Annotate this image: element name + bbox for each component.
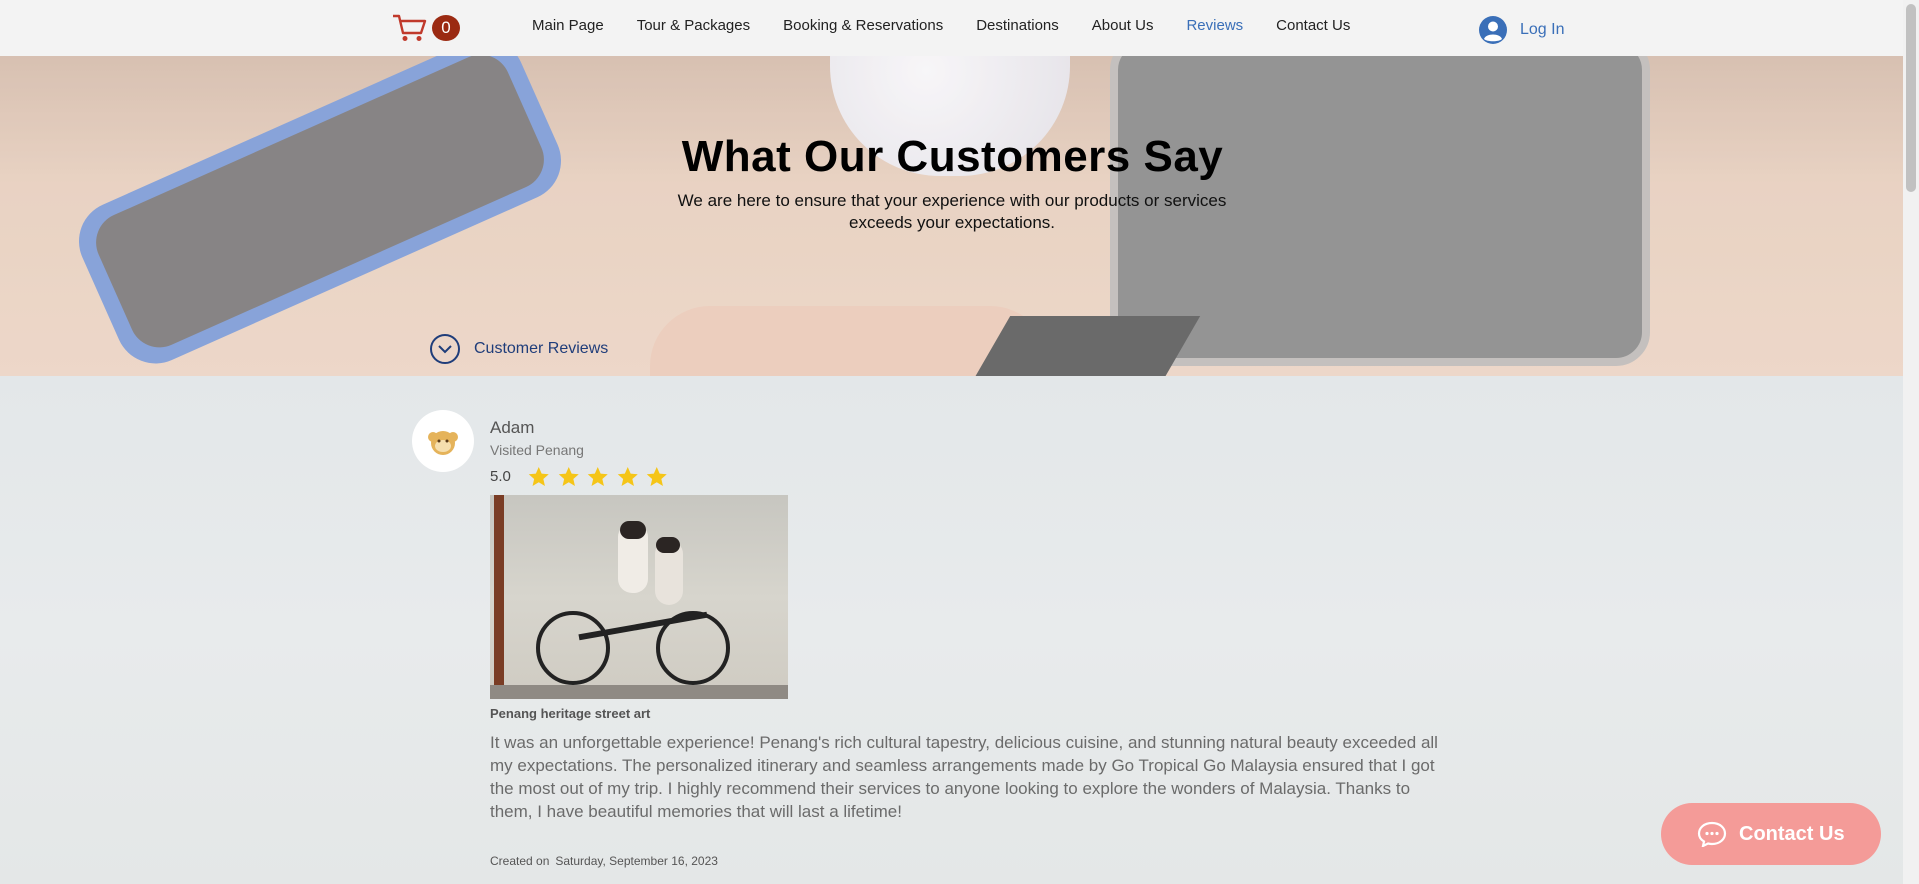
reviewer-avatar [412, 410, 474, 472]
rating-score: 5.0 [490, 468, 511, 485]
nav-main-page[interactable]: Main Page [532, 17, 604, 34]
scrollbar-thumb[interactable] [1906, 4, 1916, 192]
review-photo[interactable] [490, 495, 788, 699]
review-created: Created on Saturday, September 16, 2023 [490, 854, 718, 868]
site-header: 0 Main Page Tour & Packages Booking & Re… [0, 0, 1903, 56]
customer-reviews-label: Customer Reviews [474, 340, 609, 357]
reviewer-name: Adam [490, 418, 535, 437]
chevron-down-icon [430, 334, 460, 364]
nav-destinations[interactable]: Destinations [976, 17, 1059, 34]
reviewer-visited: Visited Penang [490, 442, 584, 458]
created-date: Saturday, September 16, 2023 [555, 854, 718, 868]
star-icon [558, 467, 579, 486]
star-icon [617, 467, 638, 486]
main-nav: Main Page Tour & Packages Booking & Rese… [532, 17, 1383, 34]
login-label: Log In [1520, 21, 1565, 38]
contact-us-chat-button[interactable]: Contact Us [1661, 803, 1881, 865]
star-icon [528, 467, 549, 486]
nav-about-us[interactable]: About Us [1092, 17, 1154, 34]
review-photo-caption: Penang heritage street art [490, 706, 651, 721]
contact-us-chat-label: Contact Us [1739, 822, 1845, 845]
page-subtitle: We are here to ensure that your experien… [677, 191, 1227, 232]
nav-tour-packages[interactable]: Tour & Packages [637, 17, 750, 34]
login-button[interactable]: Log In [1478, 15, 1564, 45]
nav-booking-reservations[interactable]: Booking & Reservations [783, 17, 943, 34]
cart-button[interactable]: 0 [392, 13, 462, 43]
page-title: What Our Customers Say [681, 132, 1224, 181]
star-icon [646, 467, 667, 486]
nav-contact-us[interactable]: Contact Us [1276, 17, 1350, 34]
hero-banner: What Our Customers Say We are here to en… [0, 56, 1903, 376]
review-text: It was an unforgettable experience! Pena… [490, 733, 1438, 821]
cart-count-badge: 0 [432, 15, 460, 41]
star-icon [587, 467, 608, 486]
nav-reviews[interactable]: Reviews [1186, 17, 1243, 34]
user-avatar-icon [1479, 16, 1507, 44]
customer-reviews-anchor[interactable]: Customer Reviews [430, 334, 608, 364]
chat-bubble-icon [1697, 821, 1727, 847]
created-label: Created on [490, 854, 550, 868]
cart-icon [393, 14, 427, 41]
monkey-avatar-icon [428, 431, 458, 455]
rating-stars [524, 465, 672, 489]
